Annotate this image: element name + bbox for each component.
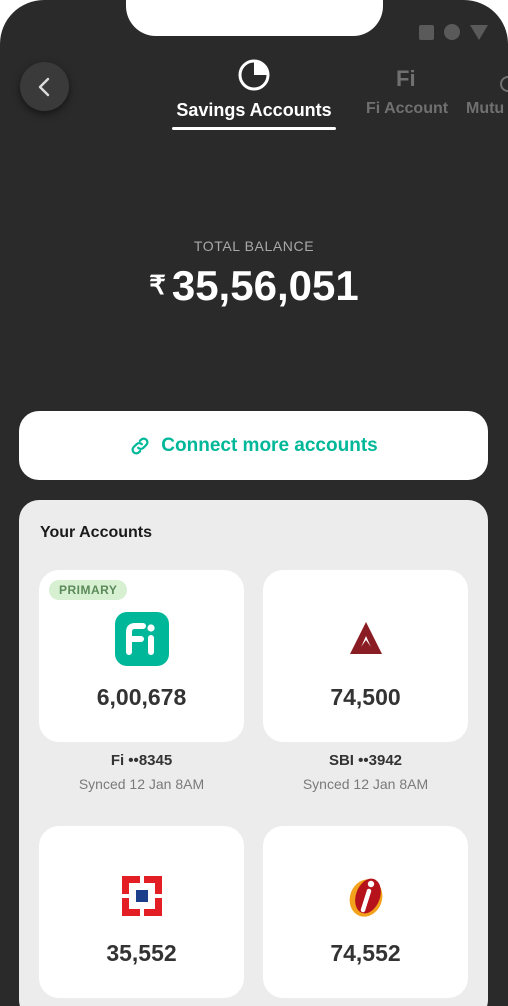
link-icon bbox=[131, 437, 149, 454]
account-card[interactable]: 74,552 bbox=[263, 826, 468, 998]
account-tile-hdfc[interactable]: 35,552 bbox=[39, 826, 244, 998]
status-bar bbox=[419, 24, 488, 40]
chevron-left-icon bbox=[38, 77, 49, 96]
total-balance-label: TOTAL BALANCE bbox=[193, 238, 315, 254]
axis-bank-logo-icon bbox=[349, 622, 382, 654]
triangle-icon bbox=[470, 24, 488, 40]
account-card[interactable]: 35,552 bbox=[39, 826, 244, 998]
app-screen: Savings Accounts Fi Fi Account Mutu TOTA… bbox=[0, 0, 508, 1006]
hdfc-bank-logo-icon bbox=[121, 876, 162, 916]
account-card[interactable]: PRIMARY 6,00,678 bbox=[39, 570, 244, 742]
account-balance: 35,552 bbox=[106, 940, 177, 966]
total-balance-amount: ₹35,56,051 bbox=[0, 262, 508, 310]
tab-label: Mutu bbox=[466, 100, 505, 117]
tab-label: Fi Account bbox=[366, 100, 449, 117]
account-tile-sbi[interactable]: 74,500 SBI ••3942 Synced 12 Jan 8AM bbox=[263, 570, 468, 792]
active-tab-indicator bbox=[172, 127, 336, 130]
tab-savings-accounts[interactable]: Savings Accounts bbox=[172, 58, 336, 130]
circle-icon bbox=[444, 24, 460, 40]
account-card[interactable]: 74,500 bbox=[263, 570, 468, 742]
account-name: SBI ••3942 bbox=[328, 752, 403, 769]
fi-logo-icon: Fi bbox=[396, 66, 416, 91]
icici-bank-logo-icon bbox=[349, 878, 382, 917]
funds-icon bbox=[500, 76, 508, 92]
primary-badge: PRIMARY bbox=[49, 580, 128, 600]
pie-chart-icon bbox=[238, 59, 270, 91]
square-icon bbox=[419, 24, 434, 40]
device-notch bbox=[126, 0, 383, 36]
tab-label: Savings Accounts bbox=[176, 100, 332, 120]
connect-accounts-label: Connect more accounts bbox=[161, 434, 378, 456]
total-balance-value: 35,56,051 bbox=[171, 262, 359, 309]
account-tile-icici[interactable]: 74,552 bbox=[263, 826, 468, 998]
back-button[interactable] bbox=[20, 62, 69, 111]
fi-bank-logo-icon bbox=[114, 612, 169, 666]
account-name: Fi ••8345 bbox=[110, 752, 173, 769]
tab-fi-account[interactable]: Fi Fi Account bbox=[366, 58, 448, 118]
account-balance: 74,552 bbox=[330, 940, 401, 966]
account-balance: 74,500 bbox=[330, 684, 401, 710]
account-balance: 6,00,678 bbox=[96, 684, 187, 710]
account-sync-status: Synced 12 Jan 8AM bbox=[78, 776, 205, 792]
account-tile-fi[interactable]: PRIMARY 6,00,678 Fi ••8345 Synced 12 Jan… bbox=[39, 570, 244, 792]
connect-accounts-button[interactable]: Connect more accounts bbox=[19, 411, 488, 480]
account-sync-status: Synced 12 Jan 8AM bbox=[302, 776, 429, 792]
accounts-panel: Your Accounts PRIMARY 6,00,678 Fi ••8345… bbox=[19, 500, 488, 1006]
section-title: Your Accounts bbox=[40, 524, 153, 541]
tab-mutual-funds[interactable]: Mutu bbox=[466, 58, 508, 118]
rupee-icon: ₹ bbox=[149, 270, 166, 300]
